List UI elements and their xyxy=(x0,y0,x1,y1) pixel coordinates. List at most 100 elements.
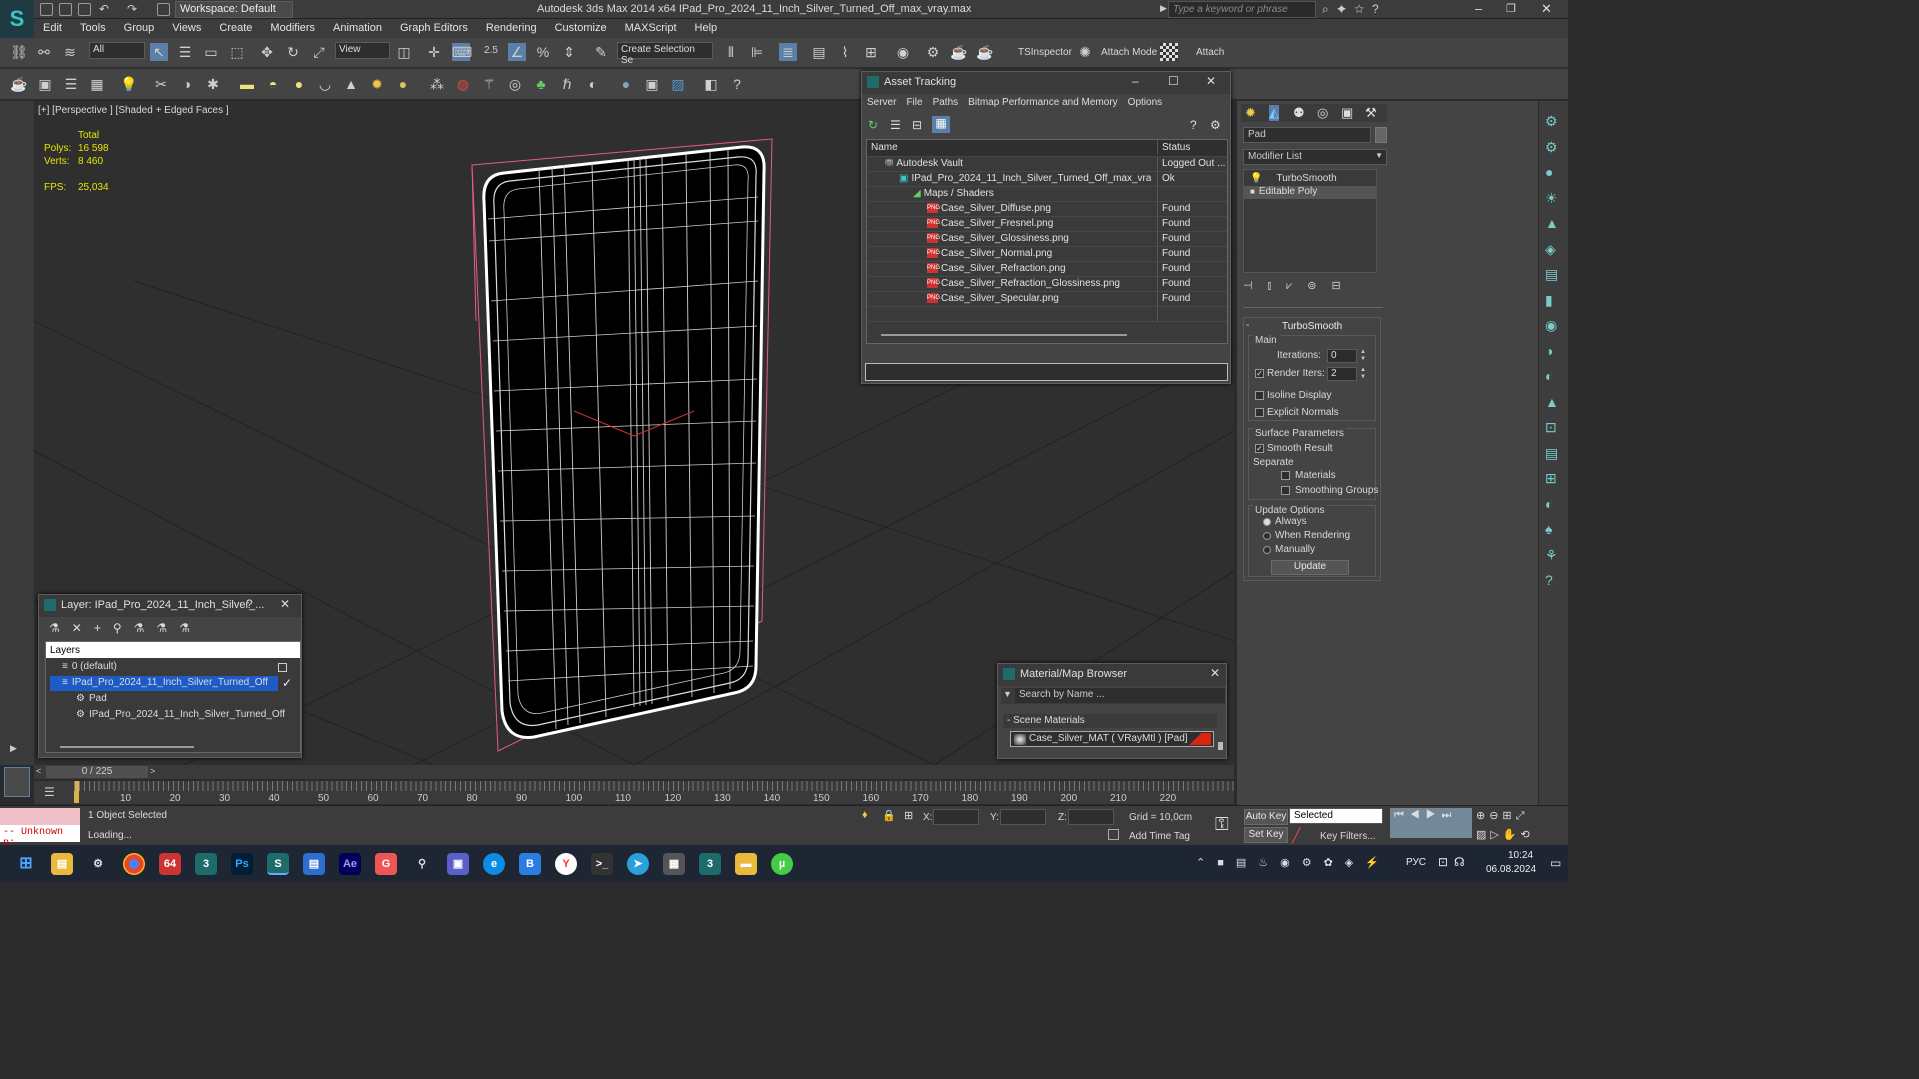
viewport-nav-icons-2[interactable]: ▨▷✋⟲ xyxy=(1476,828,1534,841)
asset-tracking-titlebar[interactable]: Asset Tracking – ☐ ✕ xyxy=(862,72,1230,94)
spinner-arrows-icon[interactable]: ▲ ▼ xyxy=(1360,349,1366,363)
next-frame-icon[interactable]: > xyxy=(150,766,155,776)
smooth-result-checkbox[interactable]: ✓ xyxy=(1255,444,1264,453)
list-icon[interactable]: ☰ xyxy=(62,75,80,93)
prev-frame-icon[interactable]: < xyxy=(36,766,41,776)
track-bar[interactable]: ☰ 10 20 30 40 50 60 70 80 90 100 110 120… xyxy=(34,780,1234,804)
menu-rendering[interactable]: Rendering xyxy=(477,19,546,34)
minimize-button[interactable]: – xyxy=(1475,1,1482,16)
curve-editor-icon[interactable]: ⌇ xyxy=(836,43,854,61)
z-coordinate-field[interactable] xyxy=(1068,809,1114,825)
table-view-icon[interactable]: ▦ xyxy=(932,116,950,133)
bulb-icon[interactable]: 💡 xyxy=(1250,173,1262,184)
attach-mode-label[interactable]: Attach Mode xyxy=(1101,47,1157,58)
plant-icon[interactable]: ♣ xyxy=(532,75,550,93)
menu-group[interactable]: Group xyxy=(115,19,164,34)
ambient-light-icon[interactable]: ● xyxy=(394,75,412,93)
percent-snap-icon[interactable]: % xyxy=(534,43,552,61)
materials-checkbox[interactable] xyxy=(1281,471,1290,480)
named-selection-dropdown[interactable]: Create Selection Se xyxy=(617,42,713,66)
stack-tools[interactable]: ⊣⫾⩗⊚⊟ xyxy=(1243,279,1377,297)
viewport-nav-icons[interactable]: ⊕⊖⊞⤢ xyxy=(1476,809,1528,823)
infocenter-icons[interactable]: ⌕✦☆? xyxy=(1322,2,1387,17)
undo-icon[interactable]: ↶ xyxy=(99,2,109,16)
light-icon[interactable]: 💡 xyxy=(120,75,138,93)
plus-icon[interactable]: ■ xyxy=(1250,187,1255,196)
tree-view-icon[interactable]: ⊟ xyxy=(912,118,922,132)
sphere-light-icon[interactable]: ● xyxy=(290,75,308,93)
table-row[interactable]: PNGCase_Silver_Fresnel.png Found xyxy=(867,217,1227,232)
hair-icon[interactable]: ℏ xyxy=(558,75,576,93)
always-radio[interactable] xyxy=(1263,518,1271,526)
x-coordinate-field[interactable] xyxy=(933,809,979,825)
clock-time[interactable]: 10:24 xyxy=(1508,850,1533,861)
spot-light-icon[interactable]: ▲ xyxy=(342,75,360,93)
move-icon[interactable]: ✥ xyxy=(258,43,276,61)
selected-dropdown[interactable]: Selected xyxy=(1289,808,1383,824)
unlink-icon[interactable]: ⚯ xyxy=(35,43,53,61)
folder-icon[interactable]: ▬ xyxy=(735,853,757,875)
material-browser-titlebar[interactable]: Material/Map Browser ✕ xyxy=(998,664,1226,686)
snap-toggle-icon[interactable]: 2.5 xyxy=(482,42,500,60)
frame-buffer-icon[interactable]: ● xyxy=(617,75,635,93)
app-g-icon[interactable]: G xyxy=(375,853,397,875)
window-crossing-icon[interactable]: ⬚ xyxy=(228,43,246,61)
layer-manager-icon[interactable]: ≣ xyxy=(779,43,797,61)
auto-key-button[interactable]: Auto Key xyxy=(1244,809,1288,825)
image-icon[interactable]: ▣ xyxy=(36,75,54,93)
smoothing-groups-checkbox[interactable] xyxy=(1281,486,1290,495)
playback-controls[interactable]: ⏮◀▶⏭ xyxy=(1394,809,1457,822)
help-icon[interactable]: ? xyxy=(728,75,746,93)
material-item[interactable]: Case_Silver_MAT ( VRayMtl ) [Pad] xyxy=(1010,731,1214,747)
selection-filter-dropdown[interactable]: All xyxy=(89,42,145,59)
help-icon[interactable]: ? xyxy=(1190,118,1197,132)
angle-snap-icon[interactable]: ∠ xyxy=(508,43,526,61)
settings-icon[interactable]: ⚙ xyxy=(1210,118,1221,132)
rollout-title[interactable]: TurboSmooth xyxy=(1282,321,1342,332)
clock-date[interactable]: 06.08.2024 xyxy=(1486,864,1536,875)
col-status-header[interactable]: Status xyxy=(1157,140,1227,155)
utorrent-icon[interactable]: µ xyxy=(771,853,793,875)
layer-window-titlebar[interactable]: Layer: IPad_Pro_2024_11_Inch_Silver_... … xyxy=(39,595,301,617)
ies-light-icon[interactable]: ◡ xyxy=(316,75,334,93)
close-button[interactable]: ✕ xyxy=(1206,74,1216,88)
maximize-button[interactable]: ☐ xyxy=(1168,74,1179,88)
help-button[interactable]: ? xyxy=(246,597,253,611)
telegram-icon[interactable]: ➤ xyxy=(627,853,649,875)
rollout-collapse-icon[interactable]: - xyxy=(1246,320,1249,331)
language-indicator[interactable]: РУС xyxy=(1406,857,1426,868)
network-volume-icons[interactable]: ⊡☊ xyxy=(1438,855,1471,869)
asset-menu-server[interactable]: Server xyxy=(862,94,901,108)
material-search-input[interactable]: Search by Name ... xyxy=(1015,688,1225,703)
render-iters-spinner[interactable]: 2 xyxy=(1327,367,1357,381)
dome-light-icon[interactable]: ◓ xyxy=(264,75,282,93)
scrollbar-thumb[interactable] xyxy=(60,746,194,748)
render-production-icon[interactable]: ☕ xyxy=(976,43,994,61)
update-button[interactable]: Update xyxy=(1271,560,1349,575)
mini-curve-editor-icon[interactable] xyxy=(4,767,30,797)
notepad-icon[interactable]: ▤ xyxy=(303,853,325,875)
notifications-icon[interactable]: ▭ xyxy=(1550,856,1561,870)
table-row[interactable]: PNGCase_Silver_Normal.png Found xyxy=(867,247,1227,262)
table-row[interactable]: PNGCase_Silver_Glossiness.png Found xyxy=(867,232,1227,247)
viewport-label[interactable]: [+] [Perspective ] [Shaded + Edged Faces… xyxy=(38,105,229,116)
asset-menu-options[interactable]: Options xyxy=(1123,94,1167,108)
time-slider[interactable]: < 0 / 225 > xyxy=(34,765,1234,779)
mesh-icon[interactable]: ✱ xyxy=(204,75,222,93)
table-row[interactable]: PNGCase_Silver_Specular.png Found xyxy=(867,292,1227,307)
physical-camera-icon[interactable]: ◍ xyxy=(454,75,472,93)
app-logo-icon[interactable]: S xyxy=(0,0,34,38)
table-row[interactable]: ▣ IPad_Pro_2024_11_Inch_Silver_Turned_Off… xyxy=(867,172,1227,187)
stack-item-turbosmooth[interactable]: 💡 TurboSmooth xyxy=(1250,173,1337,184)
menu-edit[interactable]: Edit xyxy=(34,19,71,34)
grid-icon[interactable]: ▦ xyxy=(88,75,106,93)
terminal-icon[interactable]: >_ xyxy=(591,853,613,875)
key-filters-button[interactable]: Key Filters... xyxy=(1320,831,1376,842)
link-icon[interactable]: ⛓ xyxy=(10,43,28,61)
save-app-icon[interactable]: ▣ xyxy=(447,853,469,875)
system-tray-icons[interactable]: ⌃■▤♨◉⚙✿◈⚡ xyxy=(1196,856,1391,869)
bind-space-warp-icon[interactable]: ≋ xyxy=(61,43,79,61)
maxscript-mini-listener[interactable]: -- Unknown p: xyxy=(0,825,80,849)
menu-help[interactable]: Help xyxy=(686,19,727,34)
rotate-icon[interactable]: ↻ xyxy=(284,43,302,61)
